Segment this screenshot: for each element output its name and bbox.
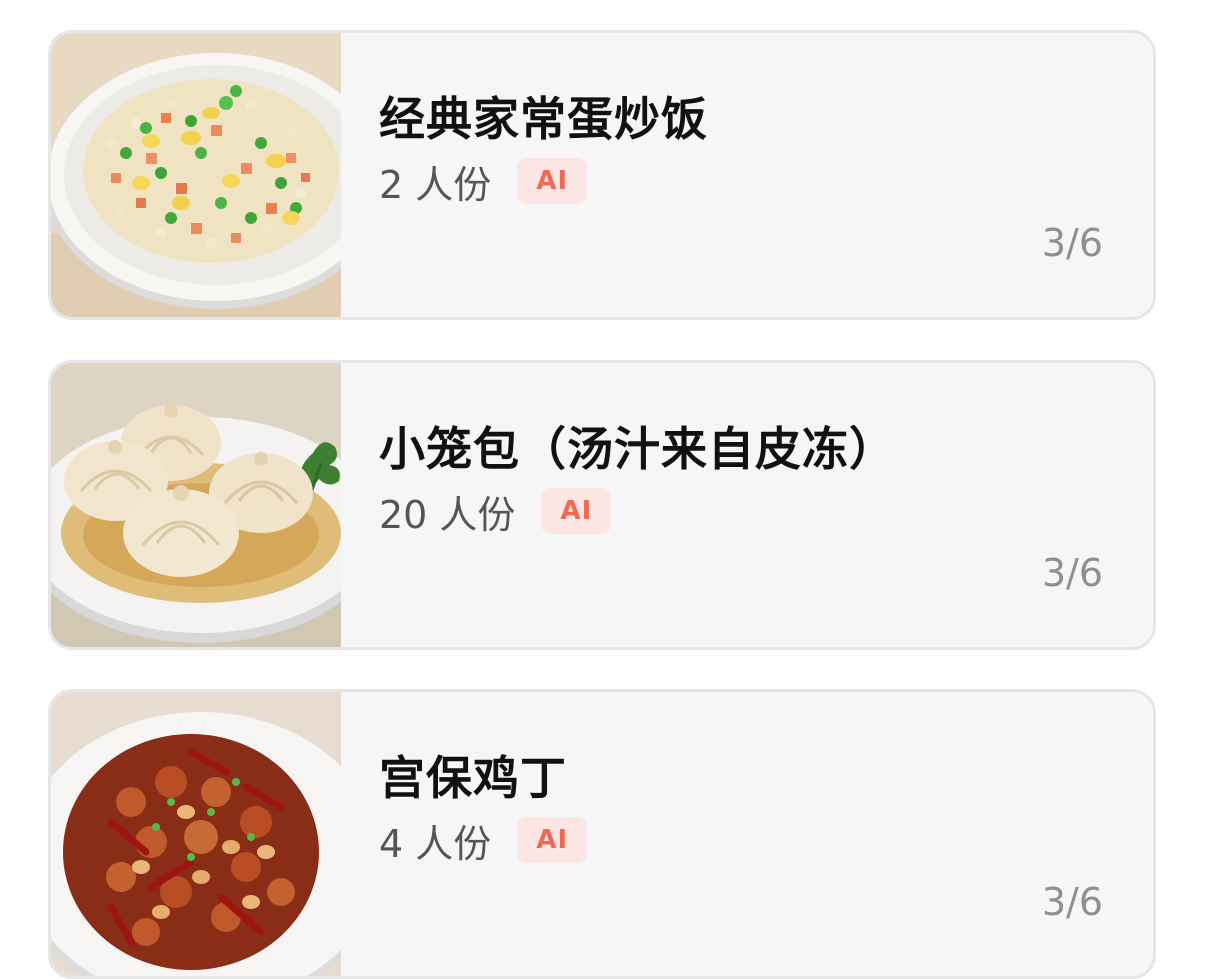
recipe-card[interactable]: 小笼包（汤汁来自皮冻） 20 人份 AI 3/6	[48, 360, 1156, 650]
recipe-card[interactable]: 宫保鸡丁 4 人份 AI 3/6	[48, 689, 1156, 979]
ai-badge: AI	[517, 817, 588, 863]
servings-label: 4 人份	[379, 821, 492, 866]
page-indicator: 3/6	[1041, 880, 1103, 924]
ai-badge: AI	[541, 488, 612, 534]
recipe-meta: 2 人份 AI	[379, 157, 588, 207]
kung-pao-chicken-image	[51, 692, 341, 976]
recipe-meta: 4 人份 AI	[379, 816, 588, 866]
page-indicator: 3/6	[1041, 221, 1103, 265]
page-indicator: 3/6	[1041, 551, 1103, 595]
soup-dumplings-image	[51, 363, 341, 647]
ai-badge: AI	[517, 158, 588, 204]
servings-label: 2 人份	[379, 162, 492, 207]
recipe-title: 小笼包（汤汁来自皮冻）	[379, 422, 896, 476]
recipe-card[interactable]: 经典家常蛋炒饭 2 人份 AI 3/6	[48, 30, 1156, 320]
recipe-title: 宫保鸡丁	[379, 751, 567, 805]
recipe-list: 经典家常蛋炒饭 2 人份 AI 3/6 小笼包（汤汁来自皮冻） 20 人份 AI…	[0, 0, 1205, 979]
fried-rice-image	[51, 33, 341, 317]
recipe-title: 经典家常蛋炒饭	[379, 92, 708, 146]
servings-label: 20 人份	[379, 492, 516, 537]
recipe-meta: 20 人份 AI	[379, 487, 612, 537]
